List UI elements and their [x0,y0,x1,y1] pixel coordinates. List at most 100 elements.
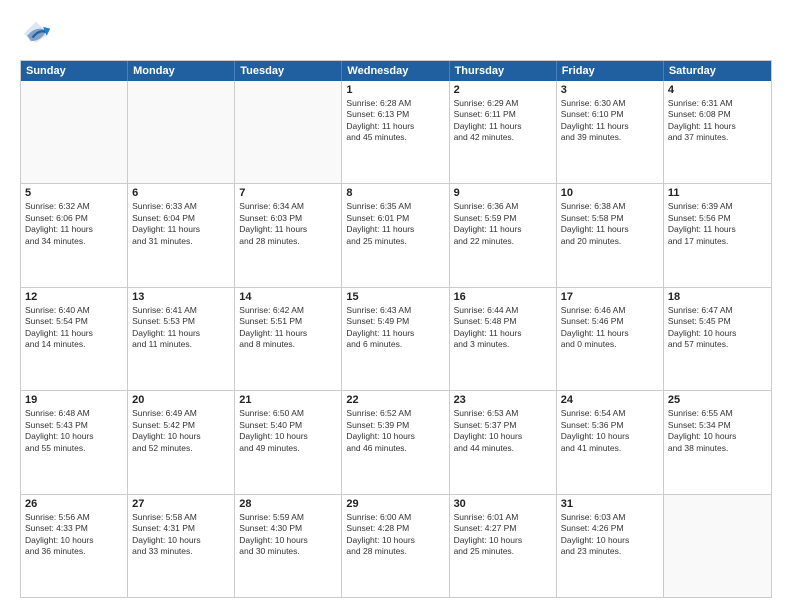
day-info: Sunrise: 6:41 AM Sunset: 5:53 PM Dayligh… [132,305,230,351]
day-info: Sunrise: 6:54 AM Sunset: 5:36 PM Dayligh… [561,408,659,454]
day-number: 5 [25,187,123,199]
day-number: 6 [132,187,230,199]
day-info: Sunrise: 6:00 AM Sunset: 4:28 PM Dayligh… [346,512,444,558]
day-number: 10 [561,187,659,199]
day-number: 30 [454,498,552,510]
day-number: 8 [346,187,444,199]
day-info: Sunrise: 6:46 AM Sunset: 5:46 PM Dayligh… [561,305,659,351]
calendar-cell: 4Sunrise: 6:31 AM Sunset: 6:08 PM Daylig… [664,81,771,183]
day-number: 22 [346,394,444,406]
calendar-cell: 11 Sunrise: 6:39 AM Sunset: 5:56 PM Dayli… [664,184,771,286]
day-number: 14 [239,291,337,303]
day-info: Sunrise: 6:30 AM Sunset: 6:10 PM Dayligh… [561,98,659,144]
calendar-row: 26 Sunrise: 5:56 AM Sunset: 4:33 PM Dayli… [21,494,771,597]
day-info: Sunrise: 6:29 AM Sunset: 6:11 PM Dayligh… [454,98,552,144]
day-number: 23 [454,394,552,406]
calendar-cell: 22 Sunrise: 6:52 AM Sunset: 5:39 PM Dayli… [342,391,449,493]
day-number: 24 [561,394,659,406]
day-info: Sunrise: 6:35 AM Sunset: 6:01 PM Dayligh… [346,201,444,247]
calendar-cell: 9Sunrise: 6:36 AM Sunset: 5:59 PM Daylig… [450,184,557,286]
day-number: 26 [25,498,123,510]
weekday-header: Saturday [664,61,771,81]
day-number: 3 [561,84,659,96]
day-number: 31 [561,498,659,510]
calendar-cell: 19 Sunrise: 6:48 AM Sunset: 5:43 PM Dayli… [21,391,128,493]
day-number: 13 [132,291,230,303]
calendar-cell: 6 Sunrise: 6:33 AM Sunset: 6:04 PM Daylig… [128,184,235,286]
day-info: Sunrise: 6:42 AM Sunset: 5:51 PM Dayligh… [239,305,337,351]
weekday-header: Sunday [21,61,128,81]
calendar-cell: 5 Sunrise: 6:32 AM Sunset: 6:06 PM Daylig… [21,184,128,286]
calendar-cell: 3 Sunrise: 6:30 AM Sunset: 6:10 PM Daylig… [557,81,664,183]
day-number: 21 [239,394,337,406]
day-number: 25 [668,394,767,406]
calendar-cell: 28Sunrise: 5:59 AM Sunset: 4:30 PM Dayli… [235,495,342,597]
day-info: Sunrise: 6:36 AM Sunset: 5:59 PM Dayligh… [454,201,552,247]
day-info: Sunrise: 6:43 AM Sunset: 5:49 PM Dayligh… [346,305,444,351]
day-info: Sunrise: 6:52 AM Sunset: 5:39 PM Dayligh… [346,408,444,454]
weekday-header: Wednesday [342,61,449,81]
header [20,18,772,50]
calendar-cell: 20Sunrise: 6:49 AM Sunset: 5:42 PM Dayli… [128,391,235,493]
day-number: 7 [239,187,337,199]
day-number: 16 [454,291,552,303]
day-info: Sunrise: 6:33 AM Sunset: 6:04 PM Dayligh… [132,201,230,247]
calendar-row: 5 Sunrise: 6:32 AM Sunset: 6:06 PM Daylig… [21,183,771,286]
day-info: Sunrise: 6:47 AM Sunset: 5:45 PM Dayligh… [668,305,767,351]
calendar-cell: 25 Sunrise: 6:55 AM Sunset: 5:34 PM Dayli… [664,391,771,493]
calendar-cell: 23Sunrise: 6:53 AM Sunset: 5:37 PM Dayli… [450,391,557,493]
day-number: 11 [668,187,767,199]
calendar-row: 19 Sunrise: 6:48 AM Sunset: 5:43 PM Dayli… [21,390,771,493]
day-info: Sunrise: 5:58 AM Sunset: 4:31 PM Dayligh… [132,512,230,558]
day-info: Sunrise: 6:38 AM Sunset: 5:58 PM Dayligh… [561,201,659,247]
calendar-cell: 7 Sunrise: 6:34 AM Sunset: 6:03 PM Daylig… [235,184,342,286]
calendar-cell: 18Sunrise: 6:47 AM Sunset: 5:45 PM Dayli… [664,288,771,390]
day-info: Sunrise: 6:55 AM Sunset: 5:34 PM Dayligh… [668,408,767,454]
day-number: 19 [25,394,123,406]
calendar-cell: 24 Sunrise: 6:54 AM Sunset: 5:36 PM Dayli… [557,391,664,493]
calendar-cell: 21 Sunrise: 6:50 AM Sunset: 5:40 PM Dayli… [235,391,342,493]
day-number: 17 [561,291,659,303]
weekday-header: Tuesday [235,61,342,81]
day-number: 12 [25,291,123,303]
day-number: 15 [346,291,444,303]
calendar-cell: 8 Sunrise: 6:35 AM Sunset: 6:01 PM Daylig… [342,184,449,286]
calendar-cell: 13 Sunrise: 6:41 AM Sunset: 5:53 PM Dayli… [128,288,235,390]
calendar-cell [664,495,771,597]
day-number: 1 [346,84,444,96]
calendar-cell: 27Sunrise: 5:58 AM Sunset: 4:31 PM Dayli… [128,495,235,597]
weekday-header: Thursday [450,61,557,81]
calendar-cell [128,81,235,183]
calendar-cell: 12Sunrise: 6:40 AM Sunset: 5:54 PM Dayli… [21,288,128,390]
calendar-cell: 31 Sunrise: 6:03 AM Sunset: 4:26 PM Dayli… [557,495,664,597]
day-number: 2 [454,84,552,96]
logo [20,18,56,50]
calendar-cell: 15 Sunrise: 6:43 AM Sunset: 5:49 PM Dayli… [342,288,449,390]
calendar: SundayMondayTuesdayWednesdayThursdayFrid… [20,60,772,598]
page: SundayMondayTuesdayWednesdayThursdayFrid… [0,0,792,612]
calendar-row: 1 Sunrise: 6:28 AM Sunset: 6:13 PM Daylig… [21,81,771,183]
day-number: 29 [346,498,444,510]
day-info: Sunrise: 6:39 AM Sunset: 5:56 PM Dayligh… [668,201,767,247]
calendar-row: 12Sunrise: 6:40 AM Sunset: 5:54 PM Dayli… [21,287,771,390]
calendar-cell: 29 Sunrise: 6:00 AM Sunset: 4:28 PM Dayli… [342,495,449,597]
calendar-body: 1 Sunrise: 6:28 AM Sunset: 6:13 PM Daylig… [21,81,771,597]
day-info: Sunrise: 5:59 AM Sunset: 4:30 PM Dayligh… [239,512,337,558]
day-info: Sunrise: 6:34 AM Sunset: 6:03 PM Dayligh… [239,201,337,247]
day-info: Sunrise: 6:28 AM Sunset: 6:13 PM Dayligh… [346,98,444,144]
calendar-cell: 26 Sunrise: 5:56 AM Sunset: 4:33 PM Dayli… [21,495,128,597]
day-info: Sunrise: 6:44 AM Sunset: 5:48 PM Dayligh… [454,305,552,351]
calendar-cell [21,81,128,183]
calendar-cell: 14 Sunrise: 6:42 AM Sunset: 5:51 PM Dayli… [235,288,342,390]
calendar-cell: 1 Sunrise: 6:28 AM Sunset: 6:13 PM Daylig… [342,81,449,183]
calendar-cell [235,81,342,183]
calendar-cell: 17 Sunrise: 6:46 AM Sunset: 5:46 PM Dayli… [557,288,664,390]
day-info: Sunrise: 6:32 AM Sunset: 6:06 PM Dayligh… [25,201,123,247]
day-info: Sunrise: 6:50 AM Sunset: 5:40 PM Dayligh… [239,408,337,454]
day-info: Sunrise: 5:56 AM Sunset: 4:33 PM Dayligh… [25,512,123,558]
day-info: Sunrise: 6:01 AM Sunset: 4:27 PM Dayligh… [454,512,552,558]
calendar-cell: 2 Sunrise: 6:29 AM Sunset: 6:11 PM Daylig… [450,81,557,183]
day-info: Sunrise: 6:48 AM Sunset: 5:43 PM Dayligh… [25,408,123,454]
day-info: Sunrise: 6:03 AM Sunset: 4:26 PM Dayligh… [561,512,659,558]
calendar-cell: 10 Sunrise: 6:38 AM Sunset: 5:58 PM Dayli… [557,184,664,286]
